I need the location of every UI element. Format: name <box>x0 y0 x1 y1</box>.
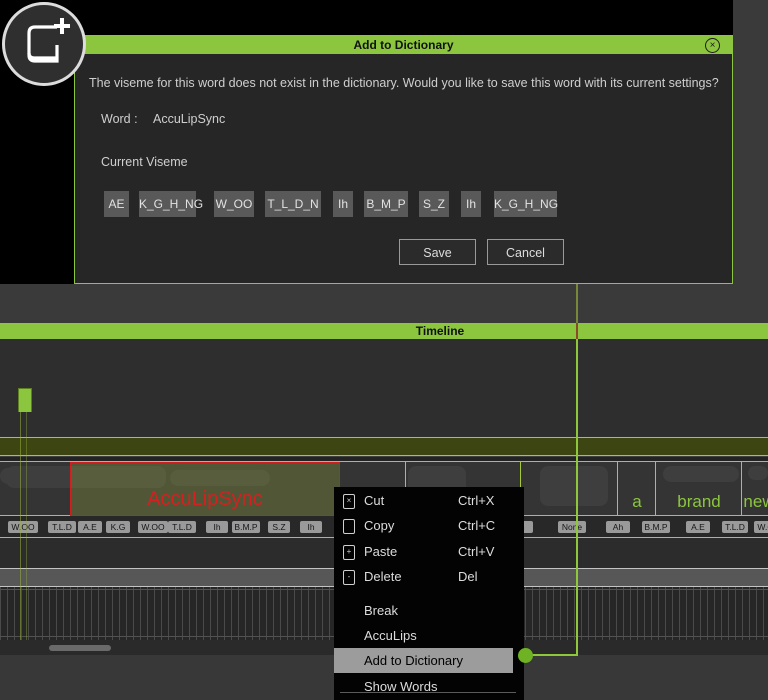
word-clip-label: a <box>618 492 656 512</box>
selected-word-clip[interactable]: AccuLipSync <box>70 462 340 516</box>
word-clip[interactable]: brand <box>655 462 742 515</box>
viseme-chip[interactable]: T.L.D <box>48 521 76 533</box>
menu-item-add-to-dictionary[interactable]: Add to Dictionary <box>334 648 513 673</box>
timeline-toolbar: ↦⊠▾◫▣♪⌣+M+↔↔+×‖⊕▾◢◣↓▶|◀◀◀ <box>0 339 768 388</box>
viseme-chip[interactable]: K.G <box>106 521 130 533</box>
menu-item-label: Copy <box>364 513 394 538</box>
callout-dot <box>518 648 533 663</box>
context-menu: × Cut Ctrl+X Copy Ctrl+C + Paste Ctrl+V -Delete D… <box>334 487 524 700</box>
add-book-icon <box>5 5 83 83</box>
menu-item-label: Cut <box>364 488 384 513</box>
word-clip[interactable]: a <box>617 462 656 515</box>
viseme-chip[interactable]: A.E <box>78 521 102 533</box>
copy-icon <box>343 519 355 534</box>
viseme-chip[interactable]: W.OO <box>754 521 768 533</box>
time-range-marker[interactable] <box>18 388 32 414</box>
playhead-line-upper <box>576 284 578 323</box>
menu-shortcut: Ctrl+C <box>458 513 495 538</box>
collapsed-track-band[interactable] <box>0 437 768 456</box>
menu-item-label: Delete <box>364 564 402 589</box>
viseme-button[interactable]: AE <box>104 191 129 217</box>
menu-item-delete[interactable]: -Delete Del <box>334 564 524 589</box>
menu-item-acculips[interactable]: AccuLips <box>334 623 524 648</box>
add-to-dictionary-dialog: Add to Dictionary × The viseme for this … <box>74 35 733 284</box>
word-clip[interactable] <box>520 462 618 515</box>
menu-item-label: Break <box>364 598 398 623</box>
menu-item-label: Paste <box>364 539 397 564</box>
timeline-header[interactable] <box>0 323 768 339</box>
background-panel <box>0 284 768 323</box>
viseme-button[interactable]: Ih <box>461 191 481 217</box>
cut-icon: × <box>343 494 355 509</box>
word-clip-label: new <box>742 492 768 512</box>
viseme-chip[interactable]: W.OO <box>8 521 38 533</box>
viseme-chip[interactable]: A.E <box>686 521 710 533</box>
word-clip-label: brand <box>656 492 742 512</box>
delete-icon: - <box>343 570 355 585</box>
timeline-title: Timeline <box>416 324 464 338</box>
viseme-chip[interactable]: T.L.D <box>168 521 196 533</box>
scrollbar-thumb[interactable] <box>49 645 111 651</box>
add-book-badge <box>2 2 86 86</box>
close-icon[interactable]: × <box>705 38 720 53</box>
app-stage: Timeline ↦⊠▾◫▣♪⌣+M+↔↔+×‖⊕▾◢◣↓▶|◀◀◀ 17017… <box>0 0 768 700</box>
word-label: Word : <box>101 112 138 126</box>
timeline-ruler[interactable]: 1701751801851901952002052102152202252302… <box>0 387 768 412</box>
menu-item-label: AccuLips <box>364 623 417 648</box>
current-viseme-label: Current Viseme <box>101 155 188 169</box>
word-value: AccuLipSync <box>153 112 225 126</box>
menu-item-label: Add to Dictionary <box>364 648 463 673</box>
viseme-chip[interactable]: Ih <box>206 521 228 533</box>
save-button[interactable]: Save <box>399 239 476 265</box>
viseme-button[interactable]: W_OO <box>214 191 254 217</box>
cancel-button[interactable]: Cancel <box>487 239 564 265</box>
menu-item-break[interactable]: Break <box>334 598 524 623</box>
dialog-message: The viseme for this word does not exist … <box>89 76 719 90</box>
dialog-header[interactable]: Add to Dictionary × <box>75 36 732 54</box>
menu-item-label: Show Words <box>364 674 437 699</box>
menu-item-copy[interactable]: Copy Ctrl+C <box>334 513 524 538</box>
viseme-chip[interactable]: T.L.D <box>722 521 748 533</box>
viseme-button[interactable]: Ih <box>333 191 353 217</box>
word-clip[interactable]: new <box>741 462 768 515</box>
track-spacer <box>0 412 768 437</box>
viseme-button[interactable]: T_L_D_N <box>265 191 321 217</box>
viseme-button[interactable]: K_G_H_NG <box>139 191 196 217</box>
viseme-chip[interactable]: W.OO <box>138 521 168 533</box>
background-panel <box>733 0 768 284</box>
menu-shortcut: Ctrl+X <box>458 488 494 513</box>
menu-item-paste[interactable]: + Paste Ctrl+V <box>334 539 524 564</box>
viseme-chip[interactable]: Ih <box>300 521 322 533</box>
menu-item-show-words[interactable]: Show Words <box>334 674 524 699</box>
dialog-title: Add to Dictionary <box>75 38 732 52</box>
menu-shortcut: Del <box>458 564 478 589</box>
range-marker-line <box>26 412 27 640</box>
viseme-chip[interactable]: B.M.P <box>232 521 260 533</box>
viseme-button[interactable]: B_M_P <box>364 191 408 217</box>
viseme-button[interactable]: S_Z <box>419 191 449 217</box>
paste-icon: + <box>343 545 355 560</box>
viseme-chip[interactable]: B.M.P <box>642 521 670 533</box>
playhead-line[interactable] <box>576 339 578 656</box>
menu-item-cut[interactable]: × Cut Ctrl+X <box>334 488 524 513</box>
viseme-chip[interactable]: Ah <box>606 521 630 533</box>
menu-shortcut: Ctrl+V <box>458 539 494 564</box>
playhead-line-header <box>576 323 578 339</box>
viseme-chip[interactable]: None <box>558 521 586 533</box>
selected-word-label: AccuLipSync <box>71 488 339 511</box>
viseme-chip[interactable]: S.Z <box>268 521 290 533</box>
viseme-button[interactable]: K_G_H_NG <box>494 191 557 217</box>
range-marker-line <box>20 412 21 640</box>
